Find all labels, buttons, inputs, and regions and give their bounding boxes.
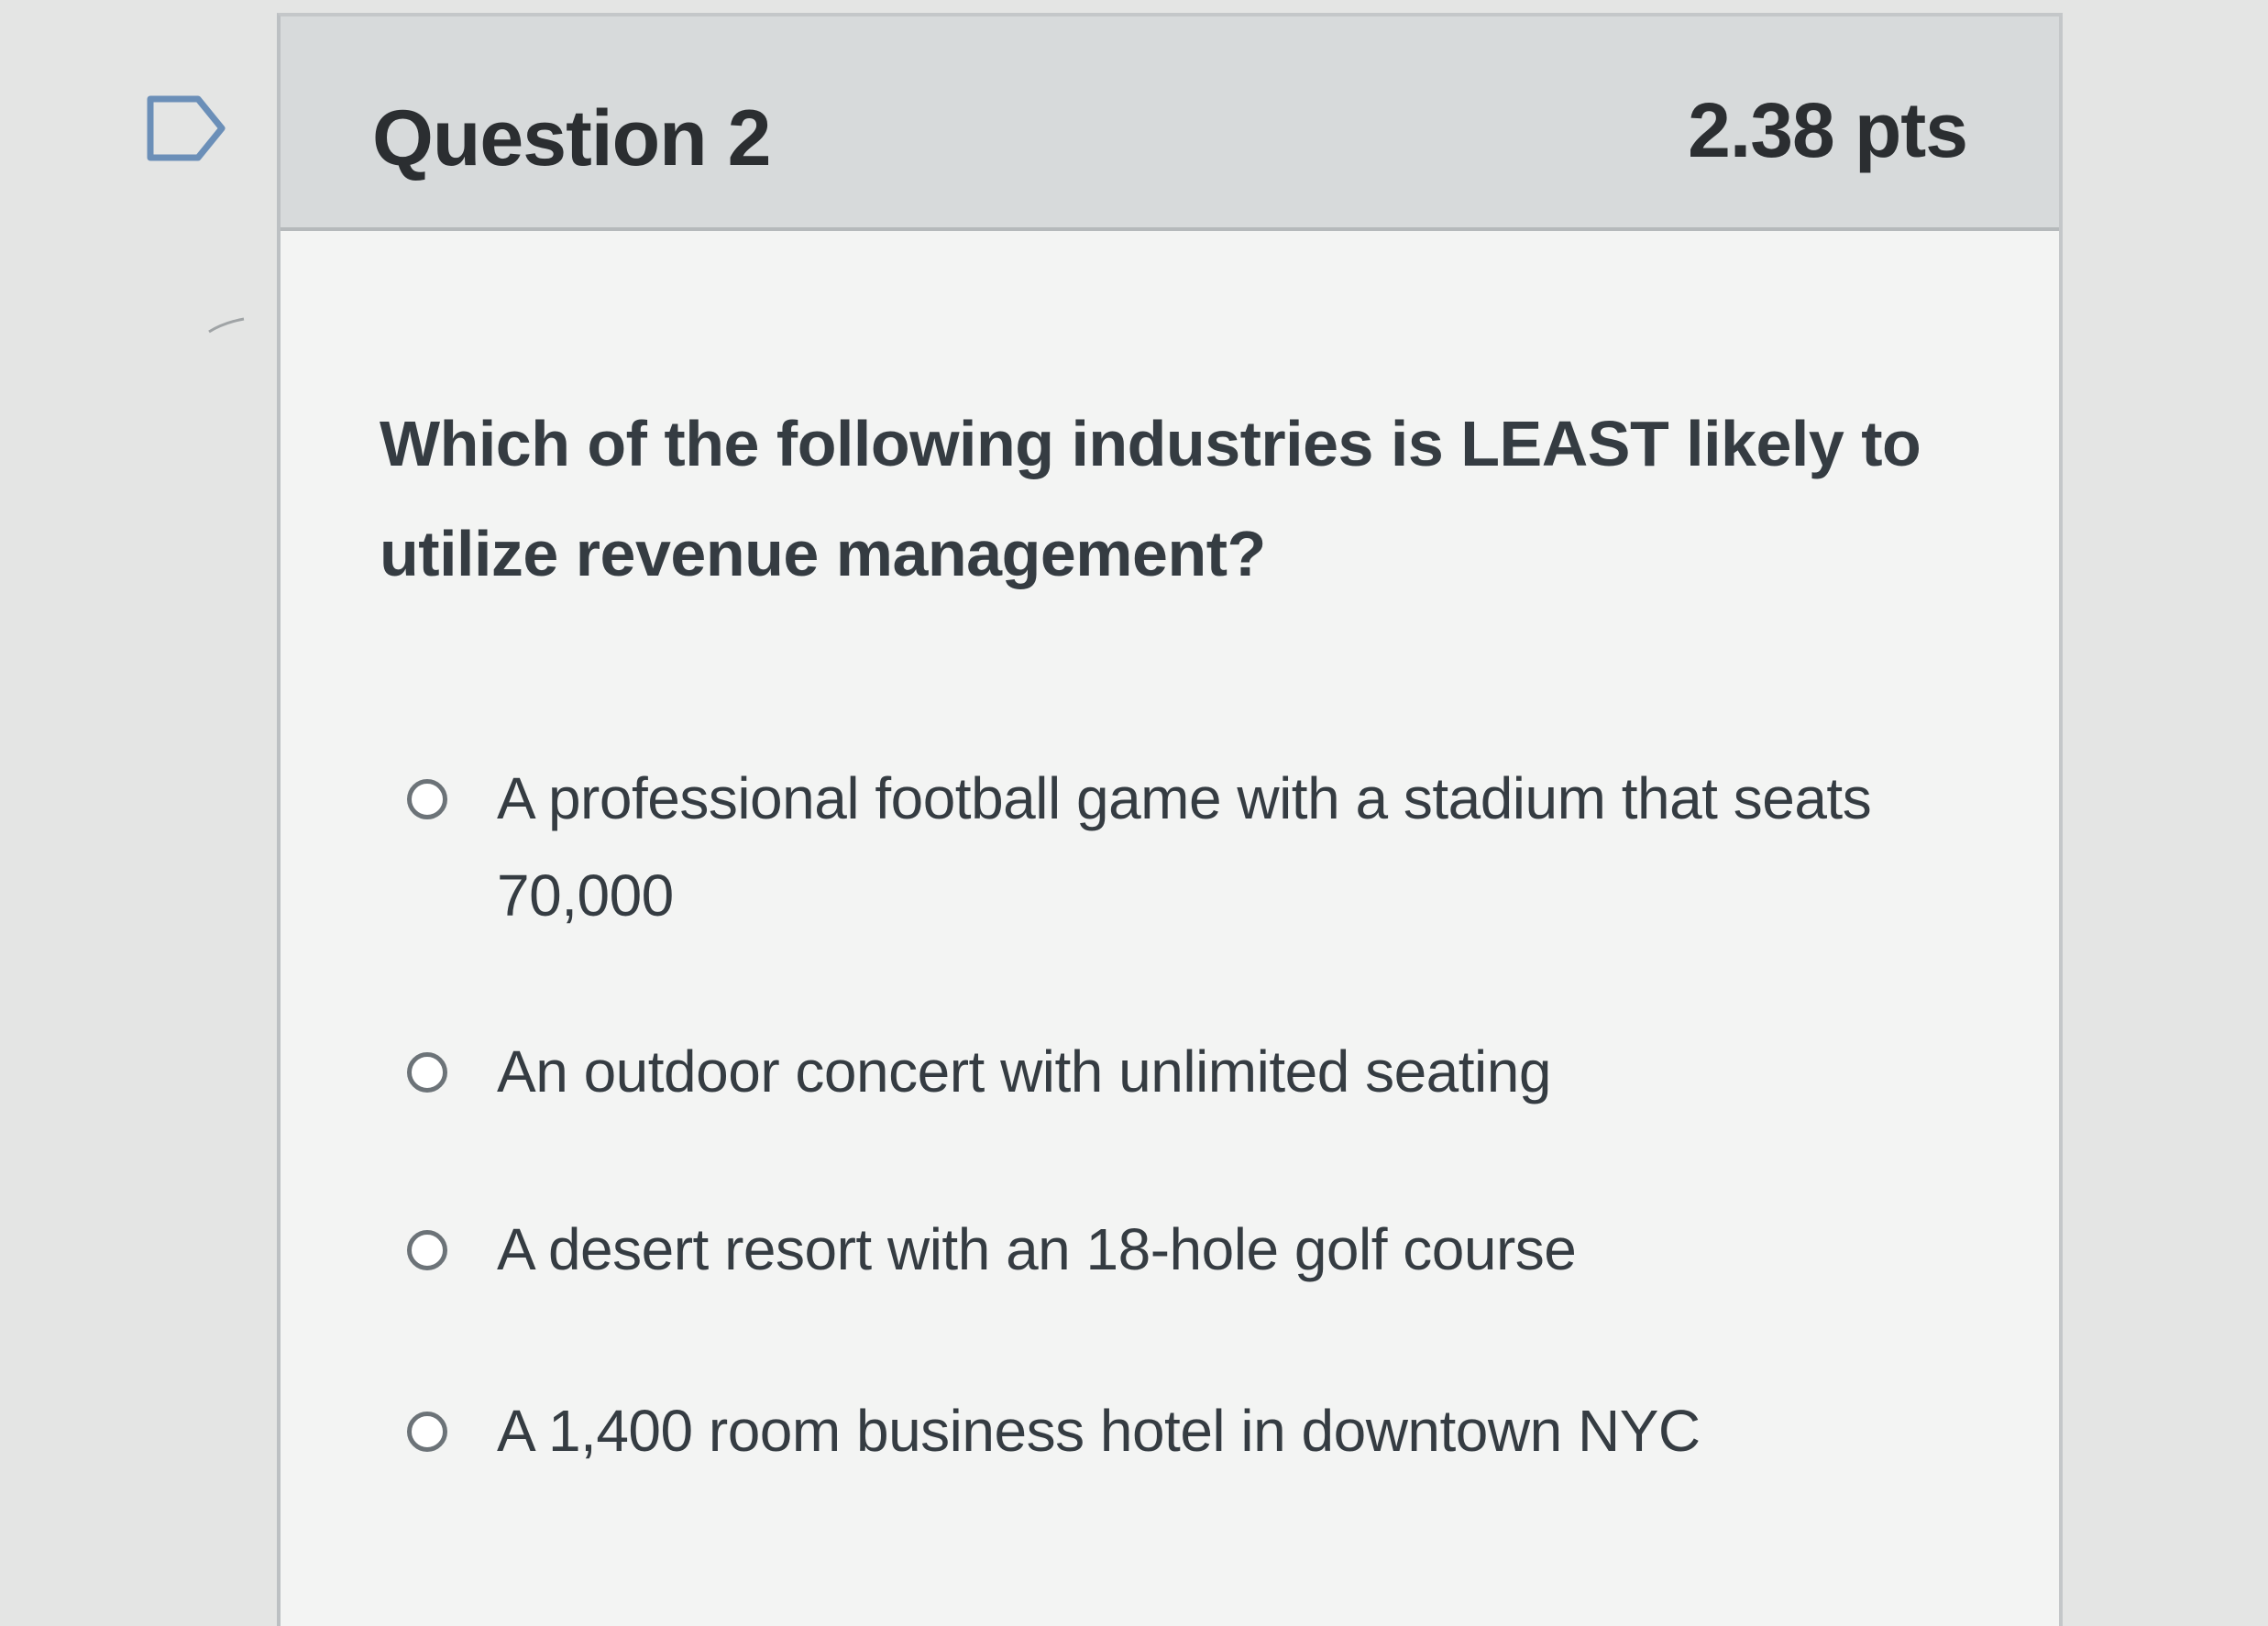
answer-label: A desert resort with an 18-hole golf cou… [497,1216,1577,1282]
answer-option-4[interactable]: A 1,400 room business hotel in downtown … [400,1382,1995,1479]
radio-button[interactable] [407,1052,447,1093]
question-header: Question 2 2.38 pts [281,16,2059,231]
question-card: Question 2 2.38 pts Which of the followi… [277,13,2063,1626]
answer-option-1[interactable]: A professional football game with a stad… [400,750,1995,944]
radio-button[interactable] [407,1230,447,1270]
answer-option-3[interactable]: A desert resort with an 18-hole golf cou… [400,1201,1995,1298]
radio-button[interactable] [407,779,447,819]
answer-label: A professional football game with a stad… [497,765,1872,928]
flag-question-icon[interactable] [145,93,227,163]
answer-label: A 1,400 room business hotel in downtown … [497,1398,1701,1464]
answer-option-2[interactable]: An outdoor concert with unlimited seatin… [400,1023,1995,1120]
pointer-mark-icon [207,315,246,334]
answer-label: An outdoor concert with unlimited seatin… [497,1038,1551,1104]
radio-button[interactable] [407,1412,447,1452]
question-title: Question 2 [372,94,771,182]
answer-list: A professional football game with a stad… [400,750,1995,1479]
question-text: Which of the following industries is LEA… [380,408,1921,589]
question-points: 2.38 pts [1688,87,1968,173]
